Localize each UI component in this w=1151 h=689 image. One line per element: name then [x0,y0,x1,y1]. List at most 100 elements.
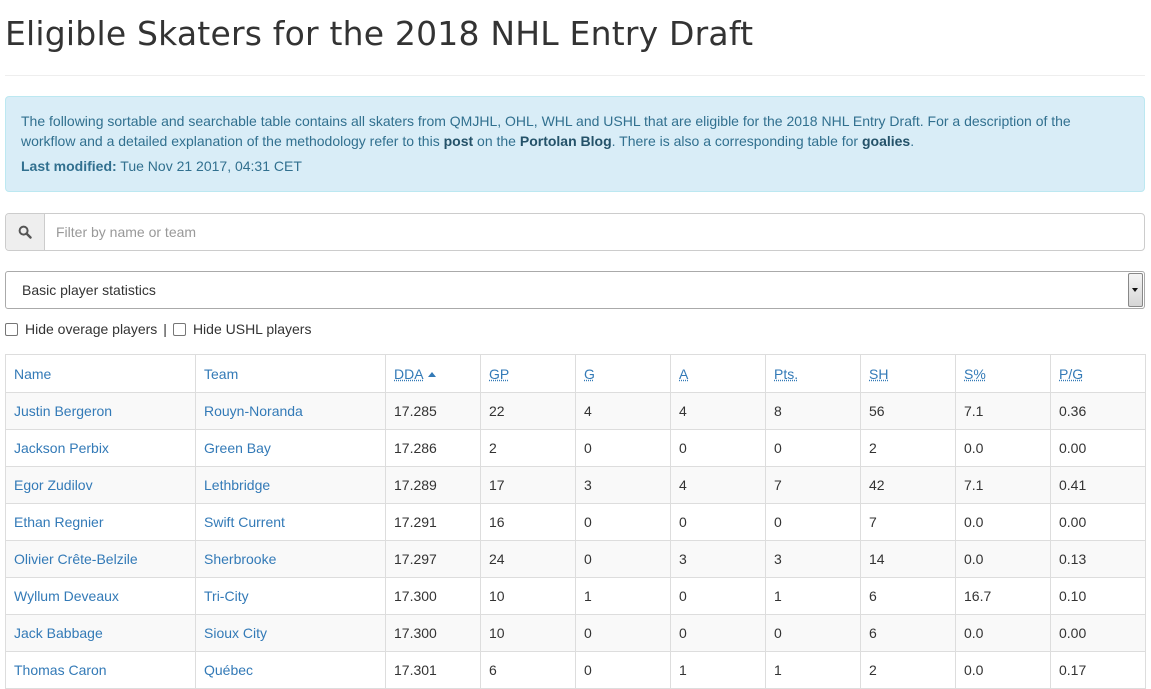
pts-cell: 7 [765,466,861,504]
player-name[interactable]: Wyllum Deveaux [5,577,196,615]
dda-cell: 17.286 [385,429,481,467]
skaters-table: Name Team DDA GP G A Pts. SH S% P/G Just… [5,354,1146,689]
sh-cell: 56 [860,392,956,430]
a-cell: 4 [670,392,766,430]
hide-ushl-checkbox[interactable] [172,322,186,336]
column-header-name[interactable]: Name [5,354,196,393]
column-header-pg[interactable]: P/G [1050,354,1146,393]
g-cell: 0 [575,614,671,652]
table-row: Wyllum Deveaux Tri-City 17.300 10 1 0 1 6 16.7 0.… [5,577,1146,615]
dda-cell: 17.297 [385,540,481,578]
g-cell: 1 [575,577,671,615]
gp-cell: 22 [480,392,576,430]
last-modified-value: Tue Nov 21 2017, 04:31 CET [116,158,302,174]
team-name[interactable]: Tri-City [195,577,386,615]
page-title: Eligible Skaters for the 2018 NHL Entry … [5,14,754,53]
pts-cell: 1 [765,577,861,615]
a-cell: 0 [670,429,766,467]
table-row: Olivier Crête-Belzile Sherbrooke 17.297 24 0… [5,540,1146,578]
header-label: S% [964,365,986,382]
hide-overage-checkbox[interactable] [5,322,18,336]
team-name[interactable]: Québec [195,651,386,689]
dda-cell: 17.300 [385,614,481,652]
s-pct-cell: 0.0 [955,429,1051,467]
header-label: GP [489,365,510,382]
chevron-down-icon[interactable] [1128,273,1143,307]
portolan-blog-link[interactable]: Portolan Blog [520,133,612,149]
team-name[interactable]: Green Bay [195,429,386,467]
table-row: Justin Bergeron Rouyn-Noranda 17.285 22 4 4 8 5… [5,392,1146,430]
header-label: G [584,365,595,382]
a-cell: 1 [670,651,766,689]
search-input[interactable] [45,214,1144,250]
post-link[interactable]: post [444,133,474,149]
last-modified-label: Last modified: [21,158,117,174]
g-cell: 4 [575,392,671,430]
gp-cell: 24 [480,540,576,578]
column-header-team[interactable]: Team [195,354,386,393]
dda-cell: 17.285 [385,392,481,430]
info-text: on the [473,133,520,149]
header-label: Team [204,365,239,382]
s-pct-cell: 0.0 [955,540,1051,578]
dda-cell: 17.291 [385,503,481,541]
player-name[interactable]: Egor Zudilov [5,466,196,504]
gp-cell: 10 [480,614,576,652]
divider [5,75,1145,76]
info-alert: The following sortable and searchable ta… [5,96,1145,192]
g-cell: 0 [575,651,671,689]
sh-cell: 7 [860,503,956,541]
g-cell: 0 [575,540,671,578]
sh-cell: 6 [860,577,956,615]
pts-cell: 8 [765,392,861,430]
goalies-link[interactable]: goalies [862,133,910,149]
gp-cell: 2 [480,429,576,467]
header-label: SH [869,365,889,382]
header-label: A [679,365,689,382]
column-header-sh[interactable]: SH [860,354,956,393]
column-header-gp[interactable]: GP [480,354,576,393]
table-row: Thomas Caron Québec 17.301 6 0 1 1 2 0.0 0.17 [5,651,1146,689]
s-pct-cell: 0.0 [955,651,1051,689]
stats-view-select[interactable]: Basic player statistics [5,271,1145,309]
player-name[interactable]: Jack Babbage [5,614,196,652]
sh-cell: 2 [860,651,956,689]
player-name[interactable]: Thomas Caron [5,651,196,689]
gp-cell: 16 [480,503,576,541]
dda-cell: 17.301 [385,651,481,689]
a-cell: 0 [670,614,766,652]
search-box [5,213,1145,251]
player-name[interactable]: Jackson Perbix [5,429,196,467]
hide-ushl-label[interactable]: Hide USHL players [193,321,312,337]
player-name[interactable]: Olivier Crête-Belzile [5,540,196,578]
team-name[interactable]: Sioux City [195,614,386,652]
column-header-dda[interactable]: DDA [385,354,481,393]
info-description: The following sortable and searchable ta… [21,111,1129,151]
last-modified: Last modified: Tue Nov 21 2017, 04:31 CE… [21,156,1129,176]
pg-cell: 0.41 [1050,466,1146,504]
pts-cell: 1 [765,651,861,689]
info-text: . [910,133,915,149]
player-name[interactable]: Justin Bergeron [5,392,196,430]
pts-cell: 0 [765,614,861,652]
pts-cell: 3 [765,540,861,578]
hide-overage-label[interactable]: Hide overage players [25,321,157,337]
s-pct-cell: 16.7 [955,577,1051,615]
sh-cell: 2 [860,429,956,467]
player-name[interactable]: Ethan Regnier [5,503,196,541]
filter-separator: | [163,321,167,337]
column-header-a[interactable]: A [670,354,766,393]
team-name[interactable]: Sherbrooke [195,540,386,578]
column-header-s-pct[interactable]: S% [955,354,1051,393]
pg-cell: 0.10 [1050,577,1146,615]
a-cell: 4 [670,466,766,504]
column-header-g[interactable]: G [575,354,671,393]
table-row: Egor Zudilov Lethbridge 17.289 17 3 4 7 42 7.1 0.… [5,466,1146,504]
team-name[interactable]: Lethbridge [195,466,386,504]
team-name[interactable]: Rouyn-Noranda [195,392,386,430]
team-name[interactable]: Swift Current [195,503,386,541]
sort-ascending-icon [427,371,436,377]
column-header-pts[interactable]: Pts. [765,354,861,393]
pts-cell: 0 [765,503,861,541]
s-pct-cell: 7.1 [955,466,1051,504]
